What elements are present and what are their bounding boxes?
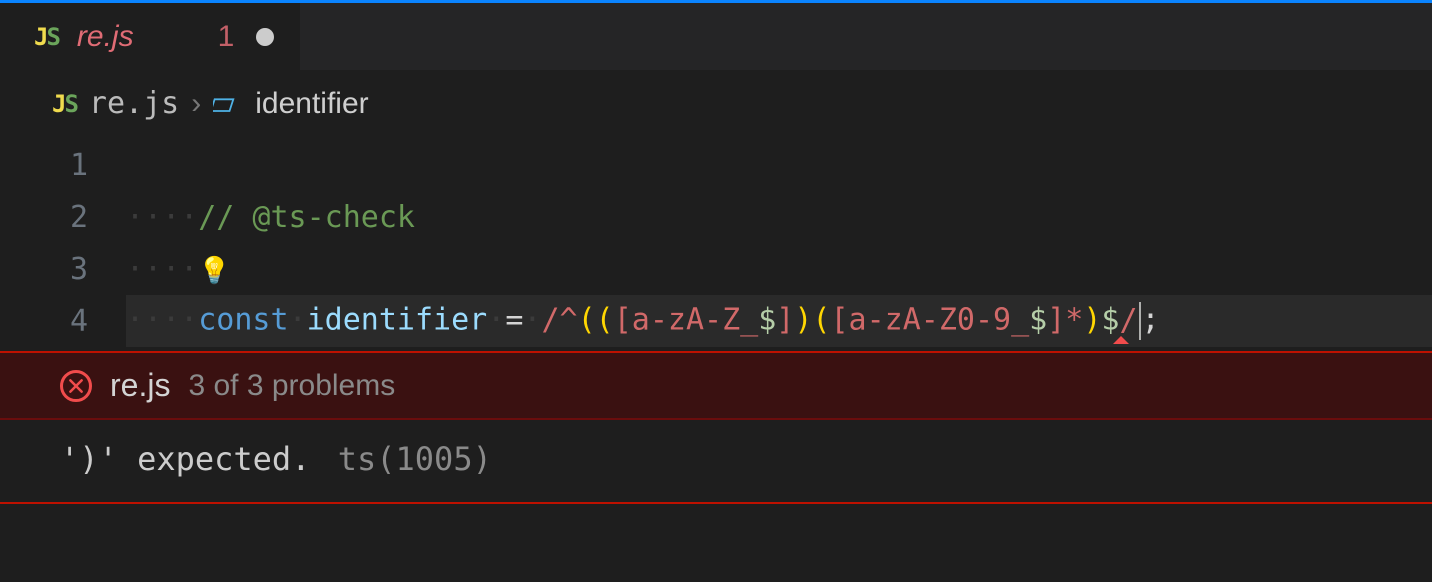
code-line[interactable]: 3 ····💡 — [0, 243, 1432, 295]
editor-tab[interactable]: JS re.js 1 — [0, 3, 300, 70]
lightbulb-icon[interactable]: 💡 — [198, 256, 230, 286]
line-number: 2 — [0, 200, 126, 235]
error-icon — [60, 370, 92, 402]
code-editor[interactable]: 1 2 ····// @ts-check 3 ····💡 4 ····const… — [0, 133, 1432, 351]
javascript-file-icon: JS — [34, 23, 59, 51]
line-number: 4 — [0, 304, 126, 339]
code-line[interactable]: 2 ····// @ts-check — [0, 191, 1432, 243]
problem-message: ')' expected. — [60, 440, 310, 478]
code-content: ····// @ts-check — [126, 200, 415, 235]
tab-error-count-badge: 1 — [218, 20, 235, 54]
problems-counter: 3 of 3 problems — [188, 369, 395, 403]
problems-peek-header[interactable]: re.js 3 of 3 problems — [0, 351, 1432, 420]
breadcrumb-file[interactable]: re.js — [89, 86, 179, 121]
code-content: ····💡 — [126, 252, 231, 287]
code-line[interactable]: 4 ····const·identifier·=·/^(([a-zA-Z_$])… — [0, 295, 1432, 347]
tab-filename: re.js — [77, 20, 134, 54]
javascript-file-icon: JS — [52, 90, 77, 118]
unsaved-indicator-icon[interactable] — [256, 28, 274, 46]
variable-symbol-icon — [213, 90, 241, 118]
problems-filename: re.js — [110, 367, 170, 404]
breadcrumb: JS re.js › identifier — [0, 70, 1432, 133]
code-line[interactable]: 1 — [0, 139, 1432, 191]
problem-detail-row[interactable]: ')' expected. ts(1005) — [0, 420, 1432, 504]
chevron-right-icon: › — [191, 87, 201, 121]
code-content: ····const·identifier·=·/^(([a-zA-Z_$])([… — [126, 302, 1160, 340]
text-cursor — [1139, 302, 1141, 340]
regex-body: (([a-zA-Z_$])([a-zA-Z0-9_$]*)$ — [578, 303, 1120, 338]
breadcrumb-symbol[interactable]: identifier — [255, 87, 368, 121]
problem-source-code: ts(1005) — [338, 440, 492, 478]
line-number: 1 — [0, 148, 126, 183]
line-number: 3 — [0, 252, 126, 287]
tab-bar: JS re.js 1 — [0, 0, 1432, 70]
